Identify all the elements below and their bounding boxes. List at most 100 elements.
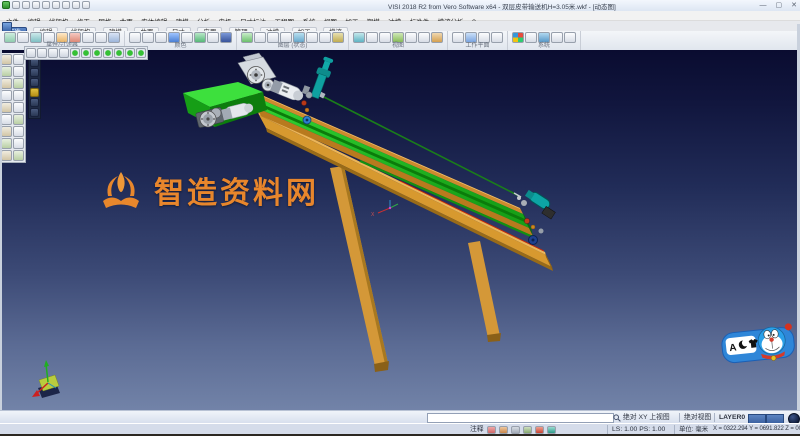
view-mode[interactable]: 绝对视图 bbox=[684, 412, 711, 423]
database-icon[interactable] bbox=[538, 32, 550, 43]
monitor-icon[interactable] bbox=[525, 32, 537, 43]
chamfer-icon[interactable] bbox=[13, 114, 24, 125]
previous-view-icon[interactable] bbox=[535, 426, 544, 434]
actuator-fitting[interactable] bbox=[302, 85, 312, 98]
layer-lock-icon[interactable] bbox=[332, 32, 344, 43]
print-icon[interactable] bbox=[42, 1, 50, 9]
zoom-previous-icon[interactable] bbox=[379, 32, 391, 43]
zoom-extents-icon[interactable] bbox=[523, 426, 532, 434]
print-preview-icon[interactable] bbox=[52, 1, 60, 9]
new-file-icon[interactable] bbox=[12, 1, 20, 9]
select-filter-icon[interactable] bbox=[4, 32, 16, 43]
wire-cube-icon[interactable] bbox=[207, 32, 219, 43]
open-file-icon[interactable] bbox=[22, 1, 30, 9]
shaded-mode-icon[interactable] bbox=[48, 48, 58, 58]
mask-icon[interactable] bbox=[69, 32, 81, 43]
visi-logo-icon[interactable] bbox=[2, 1, 10, 9]
named-view-icon[interactable] bbox=[547, 426, 556, 434]
named-view-icon[interactable] bbox=[30, 108, 39, 117]
material-icon[interactable] bbox=[220, 32, 232, 43]
top-view-icon[interactable] bbox=[81, 48, 91, 58]
view-orientation[interactable]: 绝对 XY 上视图 bbox=[623, 412, 670, 423]
active-layer[interactable]: LAYER0 bbox=[719, 412, 745, 423]
back-view-icon[interactable] bbox=[114, 48, 124, 58]
system-colors-icon[interactable] bbox=[512, 32, 524, 43]
shade-mode-icon[interactable] bbox=[418, 32, 430, 43]
status-indicator-1[interactable] bbox=[748, 414, 766, 424]
close-button[interactable]: ✕ bbox=[791, 0, 797, 11]
move-icon[interactable] bbox=[1, 78, 12, 89]
grid-icon[interactable] bbox=[26, 48, 36, 58]
color-none-icon[interactable] bbox=[142, 32, 154, 43]
workplane-reset-icon[interactable] bbox=[491, 32, 503, 43]
measure-icon[interactable] bbox=[1, 126, 12, 137]
right-view-icon[interactable] bbox=[103, 48, 113, 58]
options-icon[interactable] bbox=[108, 32, 120, 43]
color-blue-icon[interactable] bbox=[168, 32, 180, 43]
settings-icon[interactable] bbox=[551, 32, 563, 43]
fillet-icon[interactable] bbox=[1, 114, 12, 125]
stretch-icon[interactable] bbox=[13, 102, 24, 113]
previous-view-icon[interactable] bbox=[30, 98, 39, 107]
iso-view-icon[interactable] bbox=[70, 48, 80, 58]
save-icon[interactable] bbox=[32, 1, 40, 9]
rotate-icon[interactable] bbox=[13, 78, 24, 89]
minimize-button[interactable]: — bbox=[760, 0, 767, 11]
help-icon[interactable] bbox=[564, 32, 576, 43]
zoom-all-icon[interactable] bbox=[366, 32, 378, 43]
undo-icon[interactable] bbox=[72, 1, 80, 9]
reset-filter-icon[interactable] bbox=[95, 32, 107, 43]
customize-icon[interactable] bbox=[82, 1, 90, 9]
maximize-button[interactable]: ▢ bbox=[776, 0, 783, 11]
status-indicator-2[interactable] bbox=[766, 414, 784, 424]
mirror-icon[interactable] bbox=[1, 90, 12, 101]
front-view-icon[interactable] bbox=[92, 48, 102, 58]
text-icon[interactable] bbox=[1, 138, 12, 149]
color-white-icon[interactable] bbox=[129, 32, 141, 43]
explode-icon[interactable] bbox=[13, 150, 24, 161]
ime-toolbar[interactable]: A bbox=[720, 322, 798, 366]
dynamic-zoom-icon[interactable] bbox=[511, 426, 520, 434]
hatch-icon[interactable] bbox=[13, 138, 24, 149]
layer-manager-icon[interactable] bbox=[319, 32, 331, 43]
workplane-align-icon[interactable] bbox=[465, 32, 477, 43]
color-frame-icon[interactable] bbox=[155, 32, 167, 43]
group-icon[interactable] bbox=[1, 150, 12, 161]
viewport-3d[interactable]: X 智造资料网 bbox=[0, 50, 800, 410]
scale-icon[interactable] bbox=[1, 102, 12, 113]
pan-icon[interactable] bbox=[392, 32, 404, 43]
snap-icon[interactable] bbox=[43, 32, 55, 43]
zoom-extents-icon[interactable] bbox=[30, 88, 39, 97]
bottom-view-icon[interactable] bbox=[136, 48, 146, 58]
attribute-brush-icon[interactable] bbox=[17, 32, 29, 43]
feed-hopper[interactable] bbox=[183, 82, 267, 127]
dynamic-zoom-icon[interactable] bbox=[30, 78, 39, 87]
break-icon[interactable] bbox=[13, 66, 24, 77]
dynamic-rotate-icon[interactable] bbox=[487, 426, 496, 434]
offset-icon[interactable] bbox=[13, 90, 24, 101]
support-leg-rear[interactable] bbox=[468, 241, 501, 342]
layer-copy-icon[interactable] bbox=[293, 32, 305, 43]
pick-color-icon[interactable] bbox=[82, 32, 94, 43]
layer-move-icon[interactable] bbox=[280, 32, 292, 43]
color-swap-icon[interactable] bbox=[181, 32, 193, 43]
layer-filter-icon[interactable] bbox=[56, 32, 68, 43]
trim-icon[interactable] bbox=[1, 66, 12, 77]
copy-icon[interactable] bbox=[62, 1, 70, 9]
layer-on-icon[interactable] bbox=[254, 32, 266, 43]
workplane-3point-icon[interactable] bbox=[478, 32, 490, 43]
hide-show-icon[interactable] bbox=[431, 32, 443, 43]
layer-new-icon[interactable] bbox=[241, 32, 253, 43]
dimension-icon[interactable] bbox=[13, 126, 24, 137]
shade-cube-icon[interactable] bbox=[194, 32, 206, 43]
mid-fasteners[interactable] bbox=[302, 101, 312, 125]
hidden-line-icon[interactable] bbox=[59, 48, 69, 58]
layer-state-icon[interactable] bbox=[306, 32, 318, 43]
delete-icon[interactable] bbox=[13, 54, 24, 65]
select-icon[interactable] bbox=[1, 54, 12, 65]
layer-off-icon[interactable] bbox=[267, 32, 279, 43]
dynamic-pan-icon[interactable] bbox=[30, 68, 39, 77]
rotate-view-icon[interactable] bbox=[405, 32, 417, 43]
workplane-xy-icon[interactable] bbox=[452, 32, 464, 43]
support-leg-front[interactable] bbox=[330, 166, 389, 372]
